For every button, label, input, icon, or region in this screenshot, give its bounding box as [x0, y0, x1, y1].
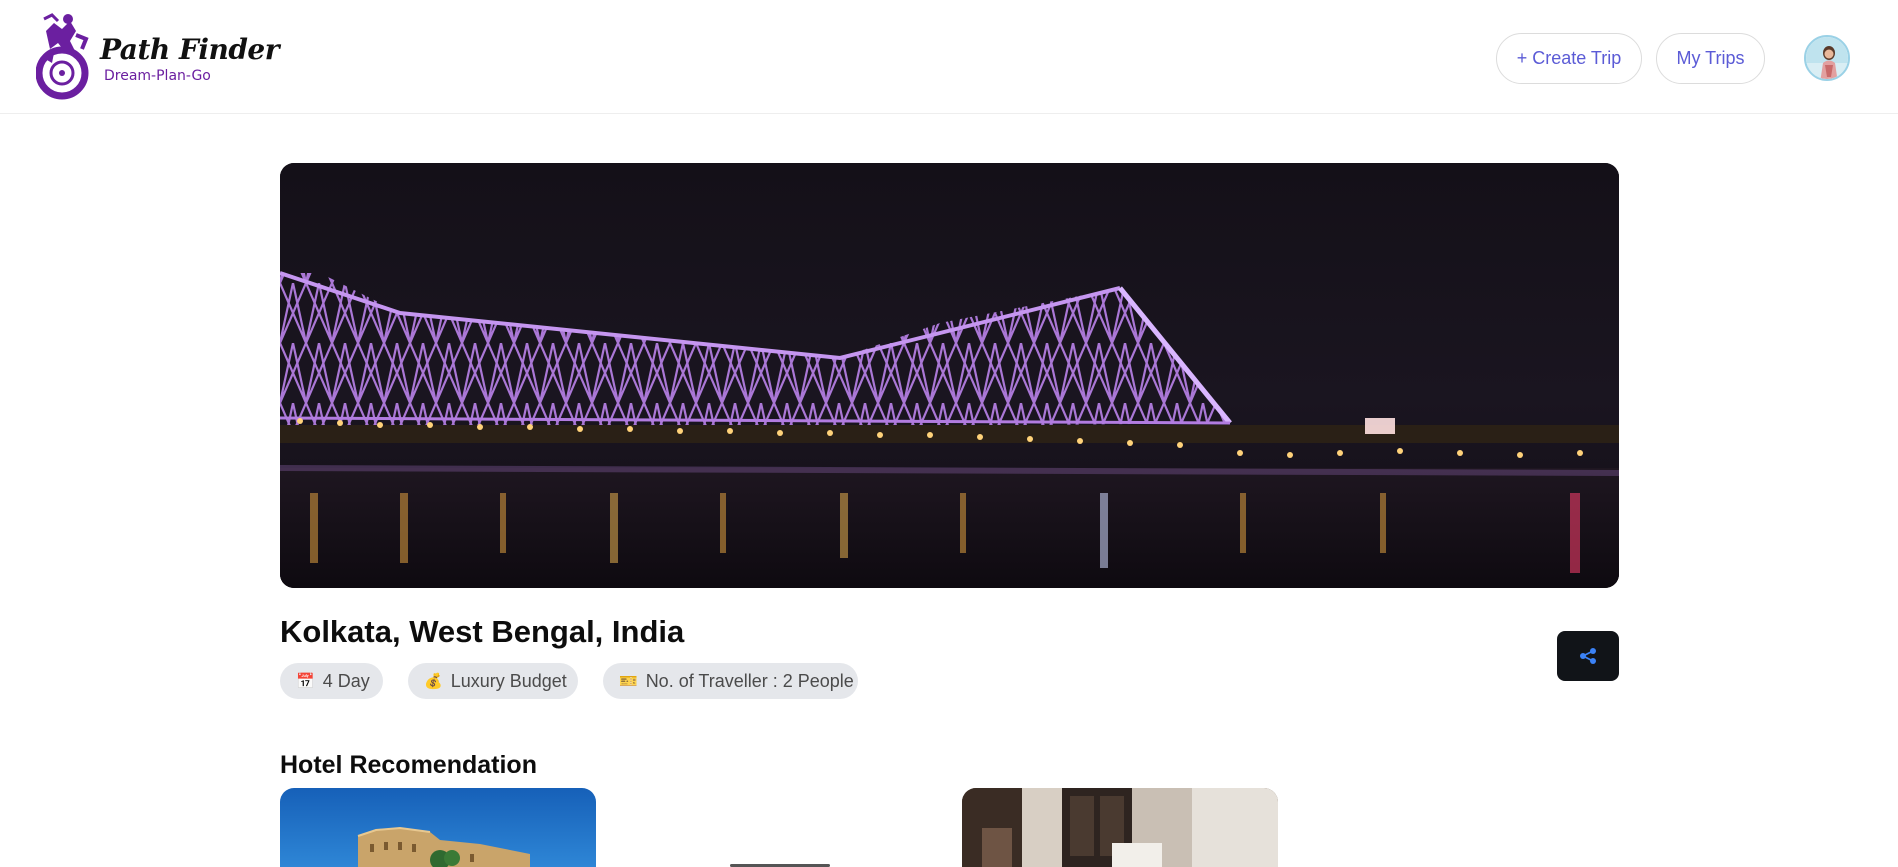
trip-budget-label: Luxury Budget: [450, 670, 567, 691]
trip-budget-chip: 💰 Luxury Budget: [408, 663, 578, 699]
money-bag-icon: 💰: [424, 673, 443, 690]
hotel-section-title: Hotel Recomendation: [280, 751, 537, 779]
my-trips-button[interactable]: My Trips: [1656, 33, 1765, 84]
brand-logo[interactable]: Path Finder Dream-Plan-Go: [36, 9, 280, 107]
trip-days-label: 4 Day: [322, 670, 370, 691]
ticket-icon: 🎫: [619, 673, 638, 690]
site-header: Path Finder Dream-Plan-Go + Create Trip …: [0, 0, 1898, 114]
create-trip-button[interactable]: + Create Trip: [1496, 33, 1642, 84]
calendar-icon: 📅: [296, 673, 315, 690]
hotel-photo-room-icon: [962, 788, 1278, 867]
hotel-card[interactable]: [280, 788, 596, 867]
trip-location-title: Kolkata, West Bengal, India: [280, 614, 685, 649]
trip-days-chip: 📅 4 Day: [280, 663, 383, 699]
share-button[interactable]: [1557, 631, 1619, 681]
brand-name: Path Finder: [100, 33, 280, 66]
hotel-card[interactable]: [962, 788, 1278, 867]
howrah-bridge-night-photo-icon: [280, 163, 1619, 588]
trip-travellers-chip: 🎫 No. of Traveller : 2 People: [603, 663, 858, 699]
user-avatar[interactable]: [1804, 35, 1850, 81]
hero-image: [280, 163, 1619, 588]
share-icon: [1580, 648, 1596, 664]
avatar-photo-icon: [1806, 37, 1848, 79]
hotel-photo-palace-icon: [280, 788, 596, 867]
trip-travellers-label: No. of Traveller : 2 People: [645, 670, 854, 691]
brand-tagline: Dream-Plan-Go: [104, 68, 211, 84]
